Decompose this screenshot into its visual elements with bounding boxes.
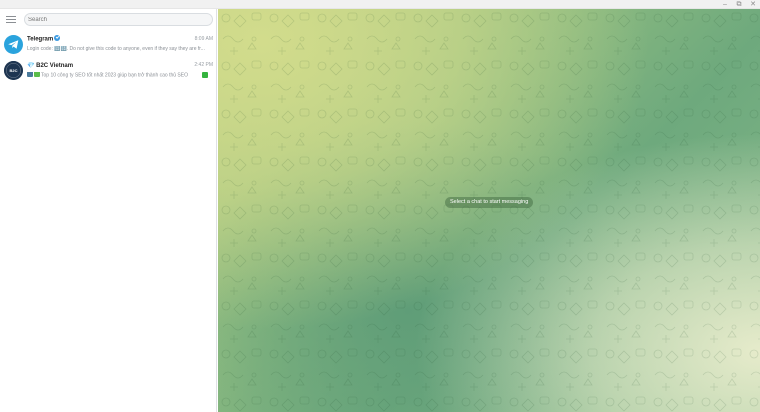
chat-preview: Login code: 🔢🔢. Do not give this code to… xyxy=(27,46,205,52)
chat-preview: Top 10 công ty SEO tốt nhất 2023 giúp bạ… xyxy=(41,72,188,79)
check-square-icon xyxy=(34,72,40,77)
chat-time: 2:42 PM xyxy=(194,62,213,68)
chat-background-pattern xyxy=(218,9,760,412)
chat-item-telegram[interactable]: Telegram 8:09 AM Login code: 🔢🔢. Do not … xyxy=(0,33,217,59)
minimize-button[interactable]: – xyxy=(718,0,732,9)
maximize-button[interactable]: ⧉ xyxy=(732,0,746,9)
verified-badge-icon xyxy=(54,35,61,41)
close-button[interactable]: ✕ xyxy=(746,0,760,9)
chat-name-text: Telegram xyxy=(27,36,54,43)
hamburger-menu-icon[interactable] xyxy=(6,15,16,24)
chat-name: Telegram xyxy=(27,35,61,43)
telegram-avatar xyxy=(4,35,23,54)
chat-preview-row: Top 10 công ty SEO tốt nhất 2023 giúp bạ… xyxy=(27,72,213,78)
plus-square-icon xyxy=(202,72,208,78)
chat-sidebar: Telegram 8:09 AM Login code: 🔢🔢. Do not … xyxy=(0,9,217,412)
b2c-logo-text: B2C xyxy=(9,68,17,73)
chat-name: 💎 B2C Vietnam xyxy=(27,63,74,69)
chat-area: Select a chat to start messaging xyxy=(218,9,760,412)
chat-item-b2c-vietnam[interactable]: B2C 💎 B2C Vietnam 2:42 PM Top 10 công ty… xyxy=(0,59,217,85)
paper-plane-icon xyxy=(8,40,19,49)
thumbnail-icon xyxy=(27,72,33,77)
search-input[interactable] xyxy=(24,13,213,26)
b2c-avatar: B2C xyxy=(4,61,23,80)
window-titlebar: – ⧉ ✕ xyxy=(0,0,760,9)
select-chat-hint: Select a chat to start messaging xyxy=(445,197,534,208)
b2c-logo-icon: B2C xyxy=(4,61,23,80)
chat-time: 8:09 AM xyxy=(194,36,213,42)
